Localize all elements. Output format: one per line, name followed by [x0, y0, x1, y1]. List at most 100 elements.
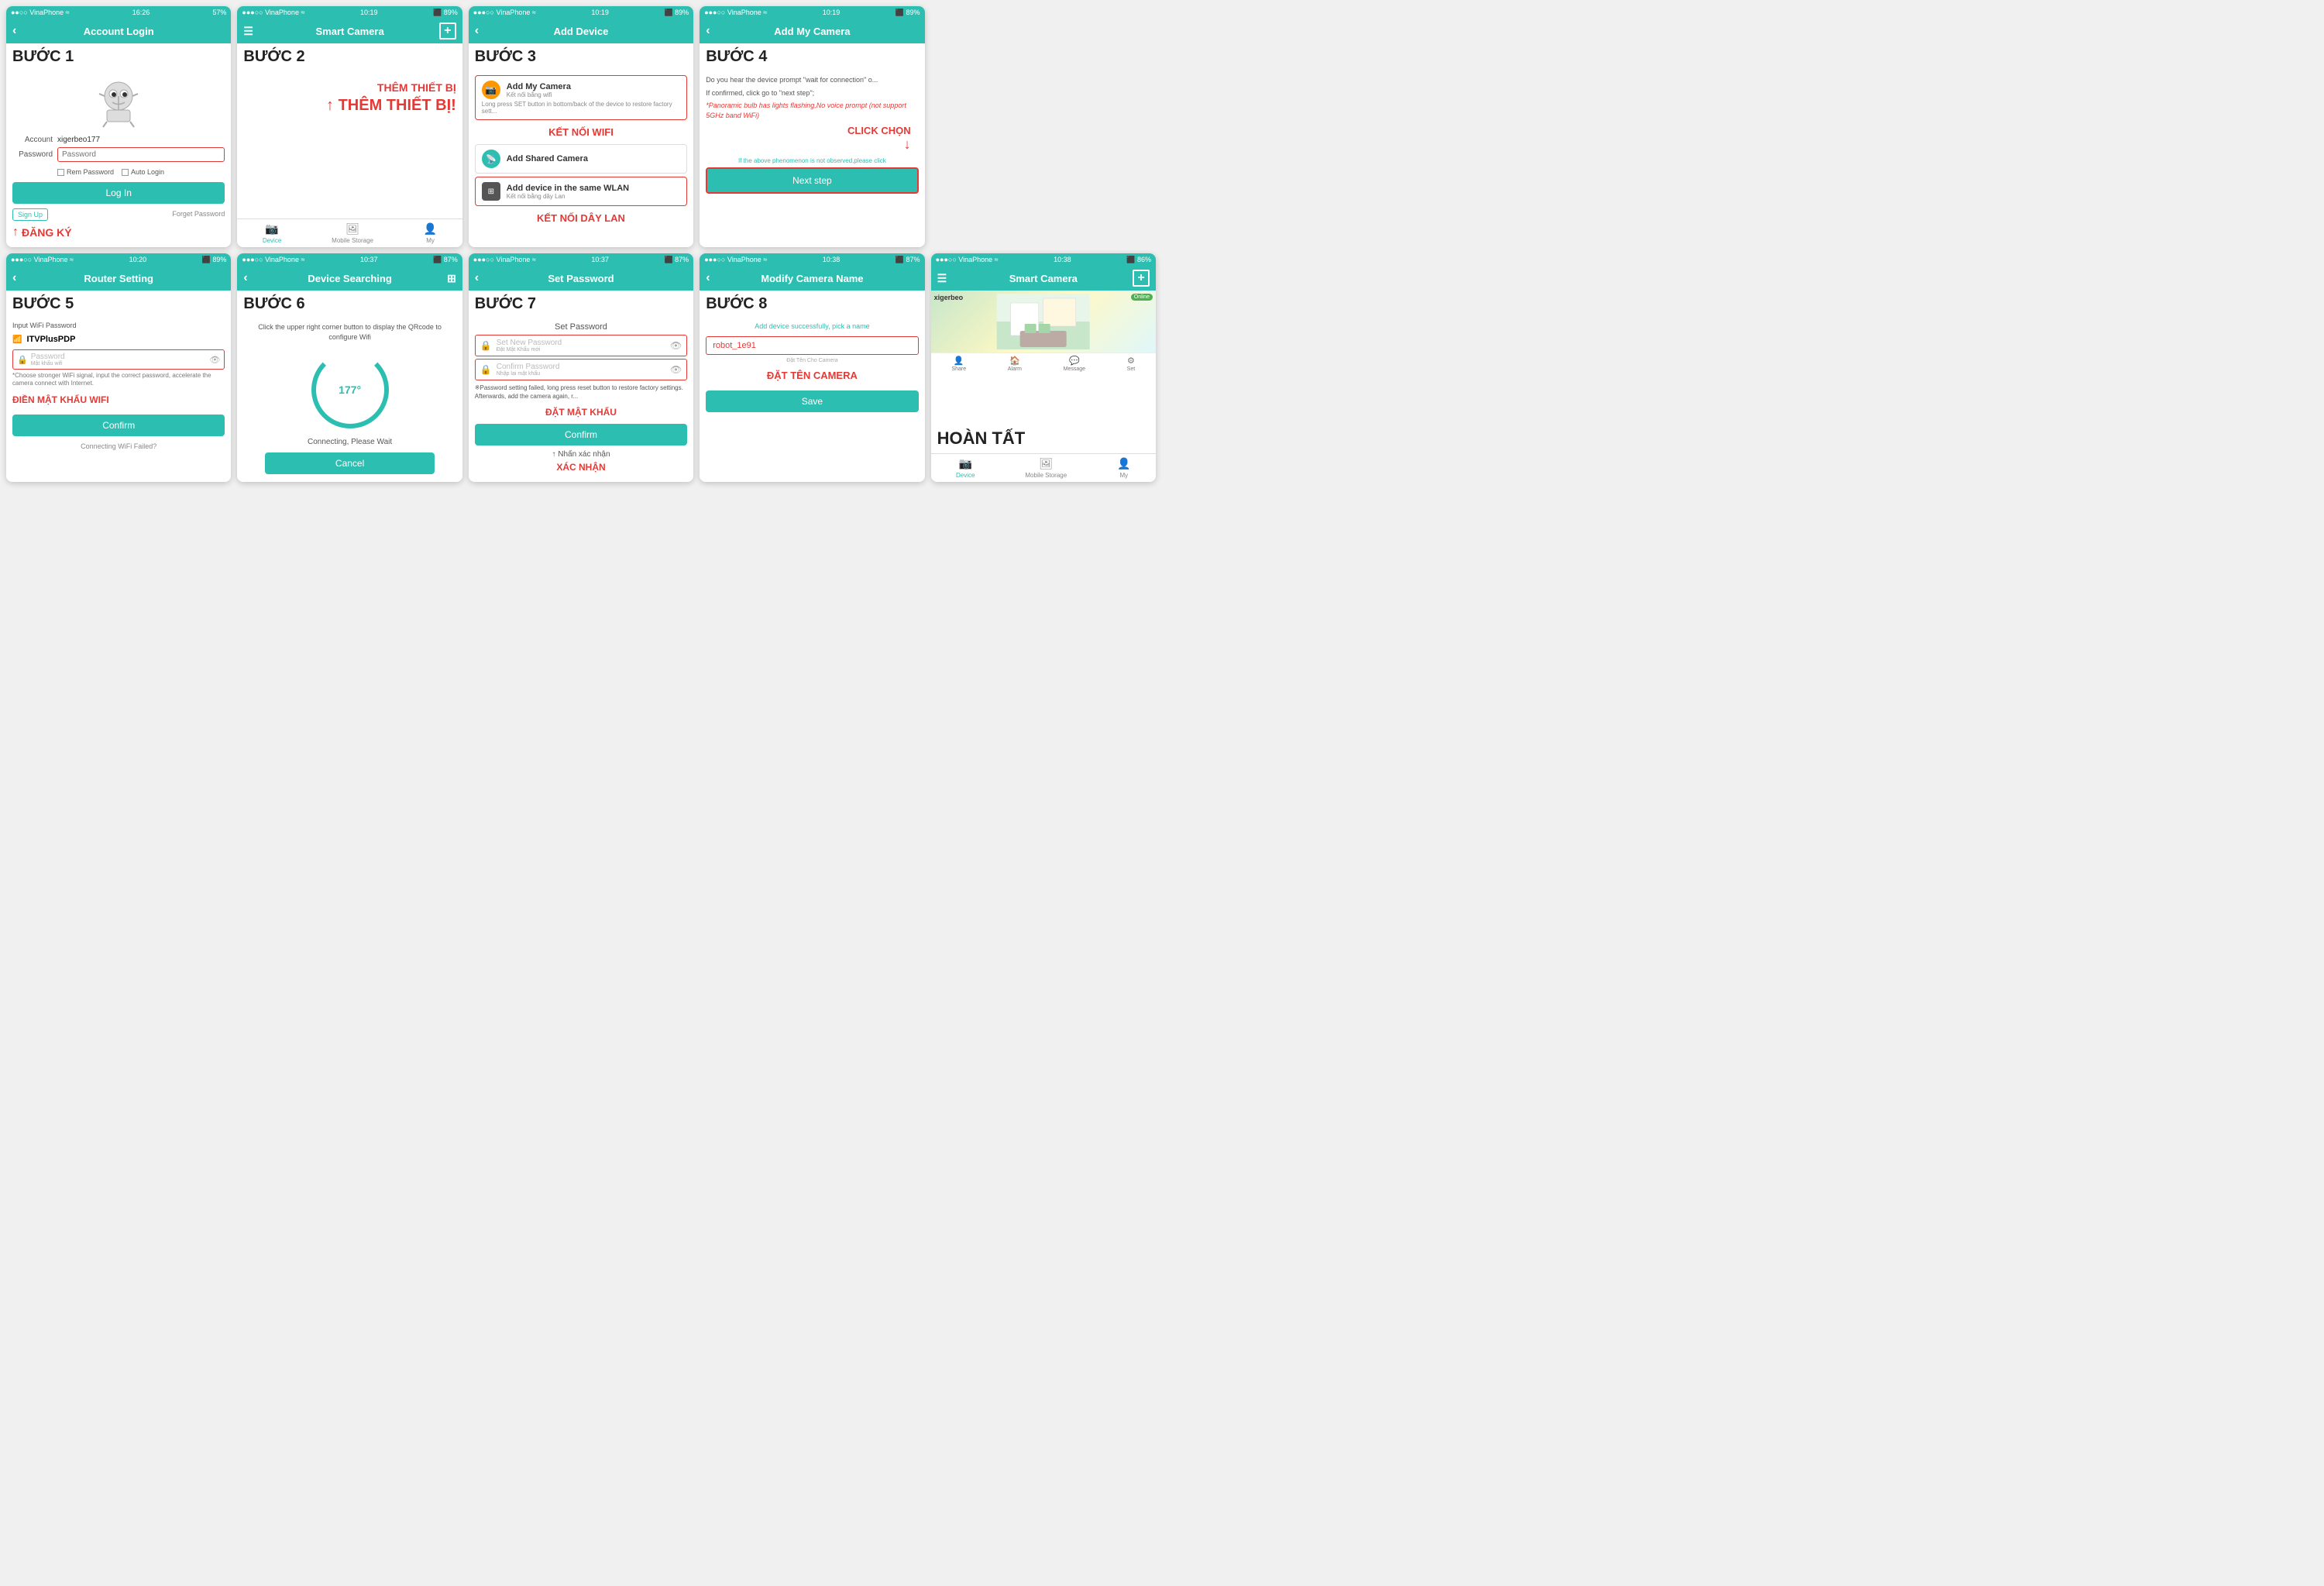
eye1-icon[interactable]: 👁 [670, 340, 682, 351]
set-action[interactable]: ⚙ Set [1127, 356, 1136, 372]
final-device-label: Device [956, 472, 975, 479]
final-tab-device[interactable]: 📷 Device [956, 457, 975, 479]
step2-body: THÊM THIẾT BỊ ↑ THÊM THIẾT BỊ! [237, 67, 462, 218]
eye-icon[interactable]: 👁 [209, 355, 220, 365]
menu-icon[interactable]: ☰ [243, 25, 253, 38]
add-shared-camera-option[interactable]: 📡 Add Shared Camera [475, 144, 687, 174]
carrier1: ●●○○ VinaPhone ≈ [11, 9, 70, 16]
qr-code-icon[interactable]: ⊞ [447, 272, 456, 285]
new-password-row[interactable]: 🔒 Set New Password Đặt Mật Khẩu mới 👁 [475, 335, 687, 356]
share-action[interactable]: 👤 Share [951, 356, 966, 372]
step3-label: BƯỚC 3 [469, 43, 693, 67]
step5-body: Input WiFi Password 📶 ITVPlusPDP 🔒 Passw… [6, 315, 231, 482]
click-chon-text: CLICK CHỌN [847, 125, 911, 136]
add-device-icon[interactable]: + [439, 22, 456, 40]
room-image [942, 294, 1144, 349]
step6-back-icon[interactable]: ‹ [243, 271, 247, 285]
confirm-password-sub: Nhập lại mật khẩu [497, 371, 665, 377]
annotation-arrow: ↑ THÊM THIẾT BỊ! [326, 97, 456, 115]
step3-back-icon[interactable]: ‹ [475, 24, 479, 38]
step9-menu-icon[interactable]: ☰ [937, 272, 947, 285]
dat-ten-label: ĐẶT TÊN CAMERA [767, 370, 858, 381]
step8-label: BƯỚC 8 [700, 291, 924, 315]
camera-name-input[interactable] [706, 336, 918, 355]
tab-my[interactable]: 👤 My [424, 222, 437, 244]
back-icon[interactable]: ‹ [12, 24, 16, 38]
forget-password-link[interactable]: Forget Password [172, 208, 225, 221]
confirm-annotation: ↑ Nhấn xác nhận XÁC NHẬN [475, 450, 687, 476]
header-title: Account Login [84, 26, 154, 37]
option2-title: Add Shared Camera [507, 154, 588, 163]
wifi-note: *Choose stronger WiFi signal, input the … [12, 372, 225, 388]
tab-my-label: My [426, 237, 435, 244]
step5-back-icon[interactable]: ‹ [12, 271, 16, 285]
login-button[interactable]: Log In [12, 182, 225, 204]
alarm-action[interactable]: 🏠 Alarm [1008, 356, 1022, 372]
wifi-annotation-text: KẾT NỐI WIFI [548, 126, 614, 138]
step8-body: Add device successfully, pick a name Đặt… [700, 315, 924, 482]
step4-back-icon[interactable]: ‹ [706, 24, 710, 38]
add-wlan-option[interactable]: ⊞ Add device in the same WLAN Kết nối bằ… [475, 177, 687, 206]
eye2-icon[interactable]: 👁 [670, 364, 682, 375]
click-chon-container: CLICK CHỌN ↓ [706, 125, 918, 153]
link-small[interactable]: If the above phenomenon is not observed,… [706, 157, 918, 164]
step1-body: Account xigerbeo177 Password Rem Passwor… [6, 67, 231, 247]
lan-annotation-text: KẾT NỐI DÂY LAN [537, 212, 625, 224]
password-field-container: Password Mật khẩu wifi [31, 353, 210, 366]
wifi-password-row[interactable]: 🔒 Password Mật khẩu wifi 👁 [12, 349, 225, 370]
step4-body: Do you hear the device prompt "wait for … [700, 67, 924, 247]
step1-annotation: ↑ ĐĂNG KÝ [12, 222, 225, 243]
final-device-icon: 📷 [959, 457, 972, 470]
links-row: Sign Up Forget Password [12, 207, 225, 222]
step5-frame: ●●●○○ VinaPhone ≈ 10:20 ⬛ 89% ‹ Router S… [6, 253, 231, 482]
lock2-icon: 🔒 [480, 364, 492, 375]
share-icon: 👤 [954, 356, 964, 366]
step2-frame: ●●●○○ VinaPhone ≈ 10:19 ⬛ 89% ☰ Smart Ca… [237, 6, 462, 247]
wifi-signal-icon: 📶 [12, 335, 22, 344]
step3-body: 📷 Add My Camera Kết nối bằng wifi Long p… [469, 67, 693, 247]
step6-instruction: Click the upper right corner button to d… [243, 319, 456, 345]
password-input[interactable] [57, 147, 225, 162]
option1-sub: Kết nối bằng wifi [507, 91, 571, 98]
step9-add-icon[interactable]: + [1133, 270, 1150, 287]
set-password-title: Set Password [475, 322, 687, 332]
next-step-button[interactable]: Next step [706, 167, 918, 194]
cancel-button[interactable]: Cancel [265, 452, 435, 474]
time2: 10:19 [360, 9, 378, 16]
tab-storage[interactable]: 🖼 Mobile Storage [332, 222, 373, 244]
step4-header-title: Add My Camera [774, 26, 850, 37]
step4-label: BƯỚC 4 [700, 43, 924, 67]
camera-preview[interactable]: xigerbeo Online [931, 291, 1156, 353]
tab-device-label: Device [263, 237, 281, 244]
step8-frame: ●●●○○ VinaPhone ≈ 10:38 ⬛ 87% ‹ Modify C… [700, 253, 924, 482]
step4-frame: ●●●○○ VinaPhone ≈ 10:19 ⬛ 89% ‹ Add My C… [700, 6, 924, 247]
confirm-button5[interactable]: Confirm [12, 415, 225, 436]
confirm-button7[interactable]: Confirm [475, 424, 687, 446]
save-button[interactable]: Save [706, 390, 918, 412]
final-tab-storage[interactable]: 🖼 Mobile Storage [1025, 457, 1067, 479]
spacer2 [706, 125, 847, 153]
add-my-camera-option[interactable]: 📷 Add My Camera Kết nối bằng wifi Long p… [475, 75, 687, 120]
wifi-network-row: 📶 ITVPlusPDP [12, 332, 225, 347]
password-placeholder: Password [31, 353, 210, 361]
confirm-password-placeholder: Confirm Password [497, 363, 665, 371]
signup-link[interactable]: Sign Up [12, 208, 48, 221]
step6-header: ‹ Device Searching ⊞ [237, 266, 462, 291]
confirm-password-row[interactable]: 🔒 Confirm Password Nhập lại mật khẩu 👁 [475, 359, 687, 380]
final-tab-my[interactable]: 👤 My [1117, 457, 1130, 479]
lan-annotation: KẾT NỐI DÂY LAN [475, 209, 687, 227]
step8-back-icon[interactable]: ‹ [706, 271, 710, 285]
tab-device[interactable]: 📷 Device [263, 222, 281, 244]
step4-desc3: *Panoramic bulb has lights flashing,No v… [706, 101, 918, 120]
step6-frame: ●●●○○ VinaPhone ≈ 10:37 ⬛ 87% ‹ Device S… [237, 253, 462, 482]
step3-header-title: Add Device [554, 26, 609, 37]
sub-label: ↑ Nhấn xác nhận [552, 450, 610, 459]
xac-nhan-label: XÁC NHẬN [556, 462, 605, 473]
option1-desc: Long press SET button in bottom/back of … [482, 101, 680, 115]
step8-status-bar: ●●●○○ VinaPhone ≈ 10:38 ⬛ 87% [700, 253, 924, 266]
account-value: xigerbeo177 [57, 136, 100, 144]
step8-header-title: Modify Camera Name [761, 273, 863, 284]
message-action[interactable]: 💬 Message [1064, 356, 1085, 372]
time9: 10:38 [1054, 256, 1071, 263]
step7-back-icon[interactable]: ‹ [475, 271, 479, 285]
